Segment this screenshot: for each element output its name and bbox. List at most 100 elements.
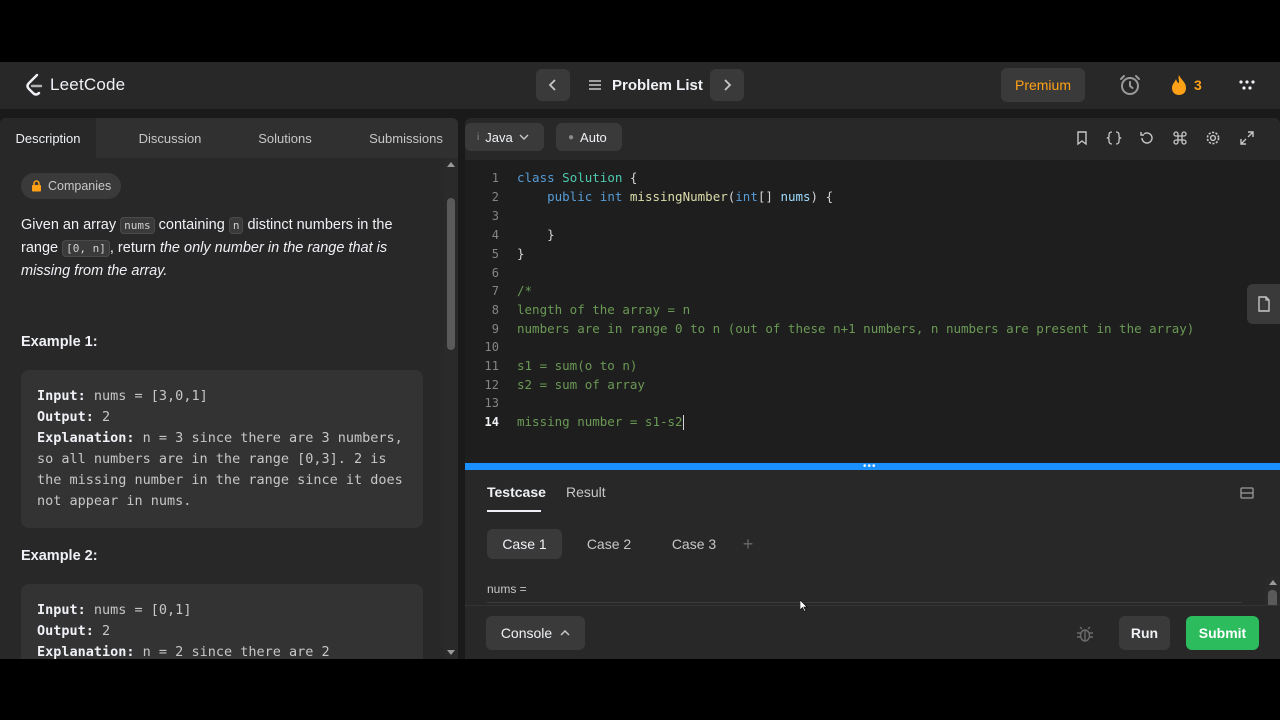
active-tab-indicator: [487, 510, 541, 512]
code-line: 7 /*: [465, 281, 1255, 300]
description-scrollbar[interactable]: [444, 158, 458, 659]
code-line: 13: [465, 393, 1255, 412]
comment-text: s2 = sum of array: [517, 377, 645, 392]
param-label-nums: nums =: [487, 582, 527, 596]
input-value: nums = [0,1]: [85, 602, 192, 618]
debug-bug-icon[interactable]: [1075, 624, 1095, 644]
code-line: 2 public int missingNumber(int[] nums) {: [465, 187, 1255, 206]
braces-icon[interactable]: [1106, 130, 1122, 146]
tab-solutions[interactable]: Solutions: [240, 118, 330, 158]
console-button[interactable]: Console: [486, 616, 585, 650]
problem-list-button[interactable]: Problem List: [588, 69, 703, 101]
chevron-up-icon: [560, 630, 570, 636]
code-range: [0, n]: [62, 240, 110, 257]
scroll-up-arrow[interactable]: [1269, 580, 1277, 585]
mouse-pointer-icon: [800, 600, 808, 612]
scrollbar-thumb[interactable]: [447, 198, 455, 350]
case-2-tab[interactable]: Case 2: [575, 529, 643, 559]
code-line: 6: [465, 263, 1255, 282]
text-caret: [682, 414, 684, 430]
notes-side-button[interactable]: [1247, 284, 1280, 324]
companies-tag[interactable]: Companies: [21, 173, 122, 199]
language-label: Java: [485, 129, 513, 145]
code-line-current: 14 missing number = s1-s2: [465, 412, 1255, 431]
line-number: 13: [484, 395, 499, 410]
code-line: 5}: [465, 244, 1255, 263]
line-number: 6: [491, 265, 499, 280]
code-text: public int missingNumber(int[] nums) {: [547, 189, 834, 204]
type-name: Solution: [562, 170, 623, 185]
code-line: 10: [465, 337, 1255, 356]
keyword: class: [517, 170, 555, 185]
problem-description: Companies Given an array nums containing…: [0, 158, 444, 659]
code-area[interactable]: 1 class Solution { 2 public int missingNu…: [465, 160, 1280, 463]
leetcode-app: LeetCode Problem List Premium 3 Descript…: [0, 62, 1280, 659]
output-label: Output:: [37, 409, 94, 425]
panel-layout-icon[interactable]: [1240, 486, 1254, 500]
leetcode-logo-icon: [26, 73, 43, 96]
fire-icon: [1172, 75, 1186, 95]
premium-button[interactable]: Premium: [1001, 68, 1085, 102]
alarm-clock-icon[interactable]: [1118, 73, 1142, 97]
language-selector[interactable]: i Java: [465, 123, 544, 151]
streak-counter[interactable]: 3: [1170, 74, 1202, 96]
bookmark-icon[interactable]: [1074, 130, 1090, 146]
tab-discussion[interactable]: Discussion: [122, 118, 218, 158]
chevron-down-icon: [519, 134, 529, 140]
add-case-button[interactable]: +: [737, 529, 759, 559]
streak-count: 3: [1194, 77, 1202, 93]
line-number: 12: [484, 377, 499, 392]
tab-description[interactable]: Description: [0, 118, 96, 158]
case-3-tab[interactable]: Case 3: [660, 529, 728, 559]
submit-button[interactable]: Submit: [1186, 616, 1259, 650]
example-1-title: Example 1:: [21, 334, 98, 350]
command-icon[interactable]: [1172, 130, 1188, 146]
scroll-down-arrow[interactable]: [447, 650, 455, 655]
line-number: 2: [491, 189, 499, 204]
example-2-title: Example 2:: [21, 548, 98, 564]
chevron-left-icon: [548, 79, 556, 91]
line-number: 3: [491, 208, 499, 223]
code-text: }: [517, 246, 525, 261]
explanation-value: n = 2 since there are 2: [134, 644, 330, 659]
code-line: 12 s2 = sum of array: [465, 375, 1255, 394]
tab-testcase[interactable]: Testcase: [487, 484, 546, 500]
auto-label: Auto: [580, 129, 607, 145]
list-icon: [589, 80, 601, 90]
prev-problem-button[interactable]: [536, 69, 570, 101]
gear-icon[interactable]: [1205, 130, 1221, 146]
comment-text: length of the array = n: [517, 302, 691, 317]
menu-dots-icon[interactable]: [1238, 76, 1256, 94]
tab-submissions[interactable]: Submissions: [358, 118, 454, 158]
panel-tabs: Description Discussion Solutions Submiss…: [0, 118, 458, 158]
line-number: 9: [491, 321, 499, 336]
panel-resize-handle[interactable]: •••: [465, 461, 1280, 472]
code-text: }: [517, 227, 555, 242]
example-2-box: Input: nums = [0,1] Output: 2 Explanatio…: [21, 584, 423, 659]
action-bar: Console Run Submit: [465, 605, 1280, 659]
code-n: n: [228, 217, 244, 234]
expand-icon[interactable]: [1239, 130, 1255, 146]
code-line: 8 length of the array = n: [465, 300, 1255, 319]
code-line: 9 numbers are in range 0 to n (out of the…: [465, 319, 1255, 338]
top-navbar: LeetCode Problem List Premium 3: [0, 62, 1280, 110]
leetcode-logo[interactable]: LeetCode: [24, 73, 125, 97]
keyword: int: [735, 189, 758, 204]
input-label: Input:: [37, 602, 86, 618]
reset-icon[interactable]: [1139, 130, 1155, 146]
comment-text: missing number = s1-s2: [517, 413, 683, 429]
line-number: 10: [484, 339, 499, 354]
editor-toolbar: i Java ● Auto: [465, 118, 1280, 158]
code-text: class Solution {: [517, 170, 638, 185]
drag-grip-icon: •••: [863, 461, 877, 472]
tab-result[interactable]: Result: [566, 484, 606, 500]
case-1-tab[interactable]: Case 1: [487, 529, 562, 559]
document-icon: [1257, 296, 1270, 312]
run-button[interactable]: Run: [1119, 616, 1170, 650]
comment-text: /*: [517, 283, 533, 298]
scroll-up-arrow[interactable]: [447, 162, 455, 167]
dot-icon: ●: [568, 131, 575, 143]
chevron-right-icon: [724, 79, 732, 91]
auto-mode-button[interactable]: ● Auto: [556, 123, 622, 151]
next-problem-button[interactable]: [710, 69, 744, 101]
